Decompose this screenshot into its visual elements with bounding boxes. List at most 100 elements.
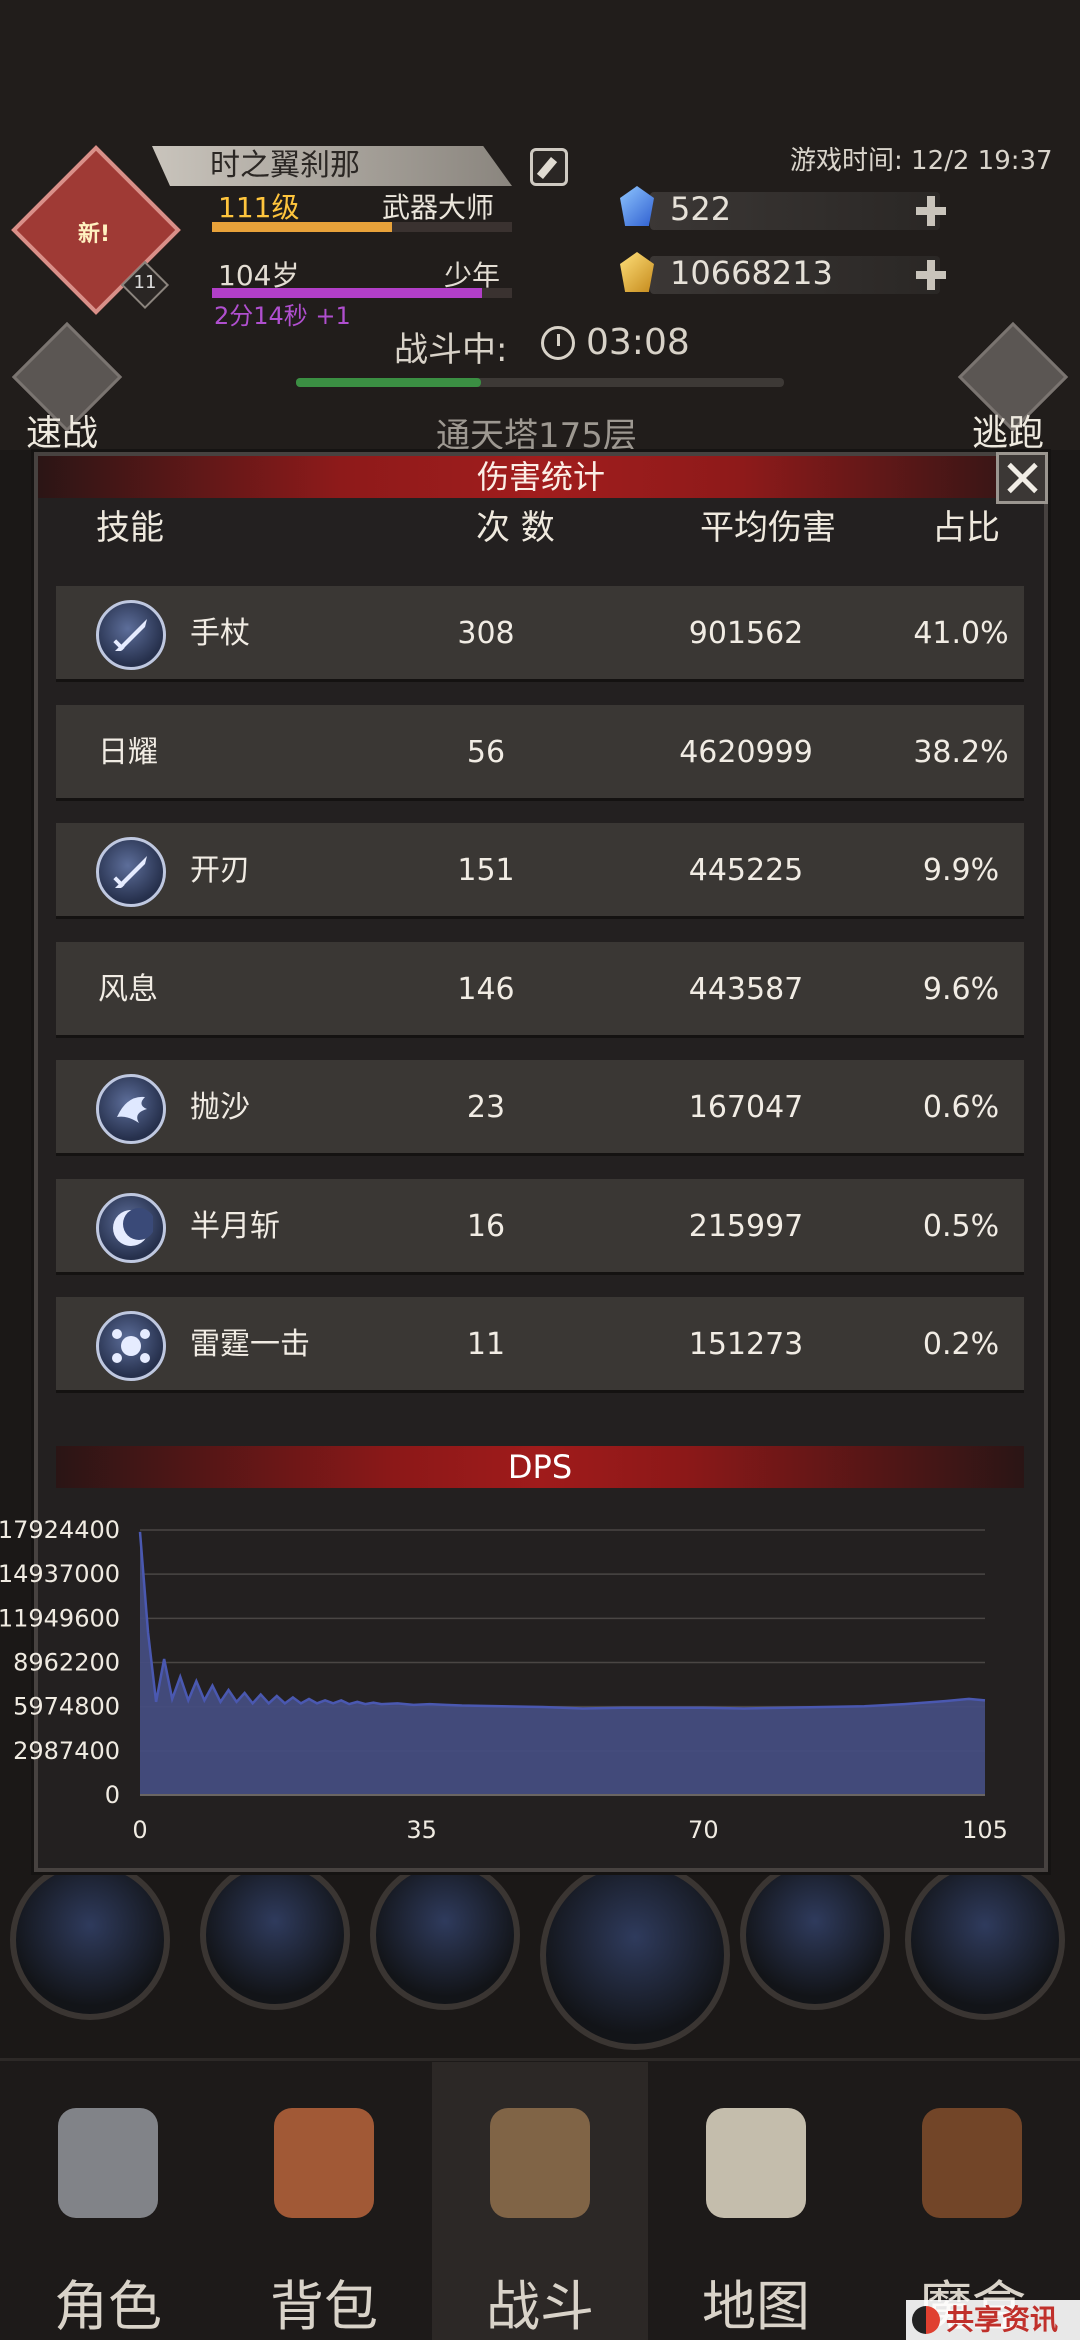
exp-bar-fill xyxy=(212,222,392,232)
tower-floor: 通天塔175层 xyxy=(436,416,637,456)
scroll-icon xyxy=(706,2108,806,2218)
nav-item[interactable]: 魔盒 xyxy=(864,2062,1080,2340)
table-row[interactable]: 风息 146 443587 9.6% xyxy=(56,941,1024,1038)
column-header-skill: 技能 xyxy=(96,508,164,548)
damage-ratio: 9.6% xyxy=(922,971,1000,1007)
watermark-logo-icon xyxy=(912,2306,940,2334)
gold-count: 10668213 xyxy=(670,254,833,292)
column-header-avg-damage: 平均伤害 xyxy=(700,508,836,548)
x-tick-label: 105 xyxy=(962,1816,1008,1844)
hit-count: 151 xyxy=(457,853,515,888)
skill-orb[interactable] xyxy=(10,1860,170,2020)
crescent-icon xyxy=(96,1192,166,1263)
skill-orb[interactable] xyxy=(370,1860,520,2010)
damage-ratio: 41.0% xyxy=(913,616,1009,651)
dps-area xyxy=(140,1531,985,1795)
skill-name: 雷霆一击 xyxy=(190,1327,310,1362)
nav-item[interactable]: 角色 xyxy=(0,2062,216,2340)
hit-count: 308 xyxy=(457,616,515,651)
magic-box-icon xyxy=(922,2108,1022,2218)
skill-orb[interactable] xyxy=(200,1860,350,2010)
gem-count: 522 xyxy=(670,190,732,228)
thunder-icon xyxy=(96,1311,166,1381)
skill-name: 风息 xyxy=(98,971,158,1007)
sword-shield-icon xyxy=(490,2108,590,2218)
avatar-new-badge: 新! xyxy=(77,222,111,247)
x-tick-label: 0 xyxy=(132,1816,147,1844)
avg-damage: 901562 xyxy=(688,616,804,651)
table-row[interactable]: 日耀 56 4620999 38.2% xyxy=(56,704,1024,801)
y-tick-label: 2987400 xyxy=(13,1737,120,1765)
avg-damage: 167047 xyxy=(688,1090,804,1125)
skill-name: 半月斩 xyxy=(190,1208,280,1244)
dps-line xyxy=(138,1531,986,1710)
battle-progress-fill xyxy=(296,378,482,387)
close-button[interactable] xyxy=(996,452,1048,504)
backpack-icon xyxy=(274,2108,374,2218)
nav-label: 角色 xyxy=(54,2275,162,2338)
quick-battle-label[interactable]: 速战 xyxy=(26,404,98,456)
player-class: 武器大师 xyxy=(382,191,495,224)
sword-icon xyxy=(96,837,166,907)
nav-label: 背包 xyxy=(270,2275,378,2338)
skill-orb[interactable] xyxy=(540,1860,730,2050)
y-tick-label: 5974800 xyxy=(13,1693,120,1721)
nav-item[interactable]: 背包 xyxy=(216,2062,432,2340)
skill-name: 开刃 xyxy=(190,853,250,888)
player-level: 111级 xyxy=(218,191,300,224)
x-tick-label: 70 xyxy=(688,1816,719,1844)
damage-ratio: 9.9% xyxy=(922,853,1000,888)
damage-ratio: 38.2% xyxy=(913,734,1009,770)
hit-count: 146 xyxy=(457,971,515,1007)
hit-count: 56 xyxy=(466,734,506,770)
table-row[interactable]: 抛沙 23 167047 0.6% xyxy=(56,1060,1024,1156)
clock-icon xyxy=(541,326,575,360)
y-tick-label: 8962200 xyxy=(13,1649,120,1677)
game-time: 游戏时间: 12/2 19:37 xyxy=(790,146,1053,176)
dps-title: DPS xyxy=(507,1448,573,1486)
y-tick-label: 0 xyxy=(105,1781,120,1809)
y-tick-label: 17924400 xyxy=(0,1516,120,1544)
nav-label: 地图 xyxy=(702,2275,810,2338)
skill-orb[interactable] xyxy=(905,1860,1065,2020)
damage-ratio: 0.5% xyxy=(922,1208,1000,1244)
battle-timer: 03:08 xyxy=(586,322,690,363)
column-header-ratio: 占比 xyxy=(932,508,1000,548)
hit-count: 16 xyxy=(466,1208,506,1244)
player-name: 时之翼刹那 xyxy=(152,146,512,186)
helmet-icon xyxy=(58,2108,158,2218)
add-gem-icon[interactable] xyxy=(914,194,948,228)
add-gold-icon[interactable] xyxy=(914,258,948,292)
avg-damage: 445225 xyxy=(688,853,804,888)
nav-item[interactable]: 地图 xyxy=(648,2062,864,2340)
table-row[interactable]: 雷霆一击 11 151273 0.2% xyxy=(56,1297,1024,1393)
skill-name: 抛沙 xyxy=(190,1090,250,1125)
skill-orb[interactable] xyxy=(740,1860,890,2010)
escape-label[interactable]: 逃跑 xyxy=(972,404,1044,456)
hit-count: 23 xyxy=(466,1090,506,1125)
avatar-level-text: 11 xyxy=(133,272,157,293)
nav-item[interactable]: 战斗 xyxy=(432,2062,648,2340)
y-tick-label: 11949600 xyxy=(0,1604,120,1632)
damage-ratio: 0.2% xyxy=(922,1327,1000,1362)
avg-damage: 151273 xyxy=(688,1327,804,1362)
avg-damage: 215997 xyxy=(688,1208,804,1244)
x-tick-label: 35 xyxy=(406,1816,437,1844)
skill-name: 手杖 xyxy=(190,616,250,651)
hit-count: 11 xyxy=(466,1327,506,1362)
table-row[interactable]: 手杖 308 901562 41.0% xyxy=(56,586,1024,682)
age-timer: 2分14秒 +1 xyxy=(214,302,351,330)
dps-chart: 17924400 14937000 11949600 8962200 5974800 29… xyxy=(0,1516,1008,1844)
table-row[interactable]: 开刃 151 445225 9.9% xyxy=(56,823,1024,919)
avg-damage: 443587 xyxy=(688,971,804,1007)
column-header-count: 次 数 xyxy=(476,508,555,548)
panel-title: 伤害统计 xyxy=(476,458,605,496)
table-row[interactable]: 半月斩 16 215997 0.5% xyxy=(56,1178,1024,1275)
sand-icon xyxy=(96,1074,166,1144)
y-tick-label: 14937000 xyxy=(0,1560,120,1588)
sword-icon xyxy=(96,600,166,670)
nav-label: 战斗 xyxy=(486,2275,594,2338)
damage-ratio: 0.6% xyxy=(922,1090,1000,1125)
edit-name-button[interactable] xyxy=(530,148,568,186)
battle-status: 战斗中: xyxy=(394,330,508,370)
